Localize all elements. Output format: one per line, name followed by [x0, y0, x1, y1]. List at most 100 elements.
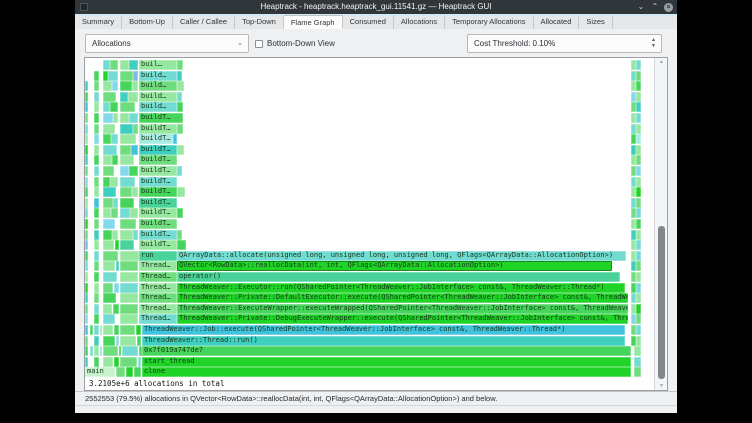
flame-frame-bar[interactable]: build… [139, 81, 177, 91]
flame-mini-bar[interactable] [94, 314, 99, 324]
flame-mini-bar[interactable] [85, 272, 88, 282]
flame-mini-bar[interactable] [85, 251, 88, 261]
tab-bottom-up[interactable]: Bottom-Up [122, 16, 173, 29]
flame-mini-bar[interactable] [133, 71, 138, 81]
flame-mini-bar[interactable] [133, 124, 138, 134]
flame-mini-bar[interactable] [94, 293, 99, 303]
flame-mini-bar[interactable] [103, 357, 113, 367]
flame-mini-bar[interactable] [636, 304, 641, 314]
flame-mini-bar[interactable] [85, 145, 88, 155]
flame-mini-bar[interactable] [112, 230, 118, 240]
flame-mini-bar[interactable] [110, 102, 118, 112]
flame-mini-bar[interactable] [85, 219, 88, 229]
flame-mini-bar[interactable] [636, 124, 641, 134]
flame-frame-bar[interactable]: Thread… [139, 261, 177, 271]
flame-mini-bar[interactable] [94, 325, 99, 335]
flame-mini-bar[interactable] [129, 166, 138, 176]
flame-mini-bar[interactable] [120, 102, 135, 112]
flame-frame-bar[interactable]: buil… [139, 60, 177, 70]
flame-mini-bar[interactable] [177, 92, 182, 102]
flame-mini-bar[interactable] [85, 155, 88, 165]
flame-frame-bar[interactable]: buildT… [139, 187, 177, 197]
flame-mini-bar[interactable] [137, 336, 141, 346]
flame-mini-bar[interactable] [85, 261, 88, 271]
flame-mini-bar[interactable] [119, 346, 121, 356]
flame-mini-bar[interactable] [85, 346, 88, 356]
flame-mini-bar[interactable] [103, 81, 112, 91]
flame-mini-bar[interactable] [636, 71, 641, 81]
flame-mini-bar[interactable] [120, 357, 137, 367]
flame-mini-bar[interactable] [120, 92, 128, 102]
flame-mini-bar[interactable] [120, 208, 130, 218]
maximize-button[interactable]: ⌃ [650, 2, 660, 12]
flame-frame-bar[interactable]: buildT… [139, 113, 183, 123]
flame-mini-bar[interactable] [120, 219, 136, 229]
flame-mini-bar[interactable] [85, 81, 88, 91]
flame-mini-bar[interactable] [103, 113, 113, 123]
flame-mini-bar[interactable] [636, 155, 641, 165]
flame-mini-bar[interactable] [120, 113, 129, 123]
flame-mini-bar[interactable] [94, 145, 99, 155]
flame-mini-bar[interactable] [94, 81, 99, 91]
flame-frame-bar[interactable]: ThreadWeaver::Private::DebugExecuteWrapp… [177, 314, 628, 324]
flame-frame-bar[interactable]: QVector<RowData>::reallocData(int, int, … [177, 261, 612, 271]
flame-mini-bar[interactable] [103, 314, 115, 324]
flame-mini-bar[interactable] [120, 155, 134, 165]
flame-mini-bar[interactable] [103, 240, 114, 250]
flame-mini-bar[interactable] [120, 240, 134, 250]
flame-mini-bar[interactable] [120, 81, 132, 91]
flame-frame-bar[interactable]: ThreadWeaver::Job::execute(QSharedPointe… [142, 325, 625, 335]
flame-mini-bar[interactable] [94, 102, 99, 112]
flame-frame-bar[interactable]: buildT… [139, 145, 177, 155]
flame-mini-bar[interactable] [94, 272, 99, 282]
flame-mini-bar[interactable] [177, 240, 186, 250]
scrollbar-thumb[interactable] [658, 226, 665, 379]
flame-mini-bar[interactable] [177, 166, 182, 176]
flame-mini-bar[interactable] [120, 230, 133, 240]
flame-mini-bar[interactable] [111, 134, 118, 144]
flame-mini-bar[interactable] [94, 357, 99, 367]
flame-mini-bar[interactable] [85, 166, 88, 176]
flame-mini-bar[interactable] [114, 357, 119, 367]
flame-mini-bar[interactable] [177, 208, 183, 218]
flame-mini-bar[interactable] [85, 208, 88, 218]
flame-mini-bar[interactable] [132, 187, 138, 197]
flame-frame-bar[interactable]: ThreadWeaver::ExecuteWrapper::executeWra… [177, 304, 628, 314]
flame-mini-bar[interactable] [120, 134, 136, 144]
flame-frame-bar[interactable]: build… [139, 71, 177, 81]
flame-mini-bar[interactable] [103, 261, 115, 271]
flame-mini-bar[interactable] [133, 230, 138, 240]
flame-mini-bar[interactable] [103, 346, 118, 356]
flame-mini-bar[interactable] [129, 60, 138, 70]
flame-mini-bar[interactable] [177, 187, 185, 197]
flame-mini-bar[interactable] [177, 60, 183, 70]
flame-mini-bar[interactable] [103, 60, 110, 70]
flame-mini-bar[interactable] [120, 166, 129, 176]
flame-mini-bar[interactable] [85, 124, 88, 134]
flame-frame-bar[interactable]: run [139, 251, 177, 261]
flame-mini-bar[interactable] [636, 177, 641, 187]
flame-frame-bar[interactable]: buildT… [139, 208, 177, 218]
flame-mini-bar[interactable] [114, 283, 119, 293]
flame-frame-bar[interactable]: buildT… [139, 240, 177, 250]
tab-summary[interactable]: Summary [75, 16, 122, 29]
flame-mini-bar[interactable] [120, 314, 138, 324]
flame-mini-bar[interactable] [120, 145, 131, 155]
flame-mini-bar[interactable] [636, 283, 641, 293]
flame-mini-bar[interactable] [113, 304, 119, 314]
tab-consumed[interactable]: Consumed [343, 16, 394, 29]
flame-frame-bar[interactable]: buildT… [139, 134, 173, 144]
flame-mini-bar[interactable] [85, 357, 88, 367]
flame-mini-bar[interactable] [103, 251, 118, 261]
flame-mini-bar[interactable] [120, 60, 129, 70]
flame-mini-bar[interactable] [85, 92, 88, 102]
flame-mini-bar[interactable] [85, 230, 88, 240]
flame-mini-bar[interactable] [85, 293, 88, 303]
flame-mini-bar[interactable] [103, 145, 117, 155]
flame-mini-bar[interactable] [128, 92, 138, 102]
flame-mini-bar[interactable] [177, 71, 182, 81]
flame-mini-bar[interactable] [634, 346, 641, 356]
flame-mini-bar[interactable] [94, 219, 99, 229]
flame-mini-bar[interactable] [85, 314, 88, 324]
scroll-up-icon[interactable]: ▲ [655, 59, 668, 65]
